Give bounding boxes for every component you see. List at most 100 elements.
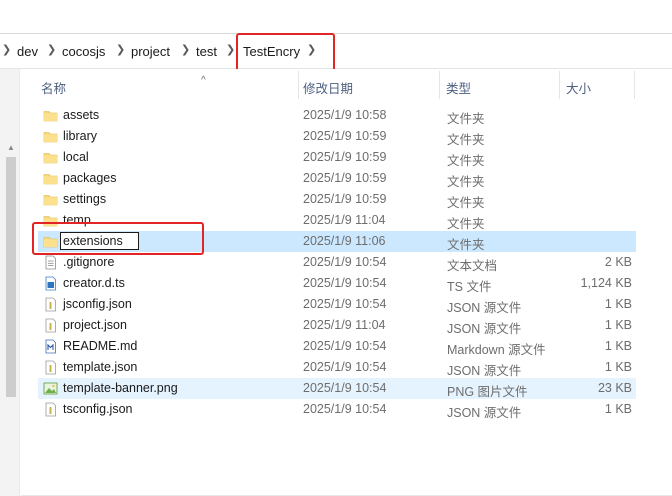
folder-icon	[43, 108, 58, 123]
highlight-box-current-folder	[236, 33, 335, 74]
json-file-icon	[43, 318, 58, 333]
file-name: library	[63, 129, 98, 143]
file-date: 2025/1/9 10:54	[303, 339, 387, 353]
png-file-icon	[43, 381, 58, 396]
file-name: tsconfig.json	[63, 402, 133, 416]
file-name: README.md	[63, 339, 138, 353]
breadcrumb-item-dev[interactable]: dev	[17, 44, 38, 59]
file-size: 1 KB	[604, 339, 632, 353]
file-name: creator.d.ts	[63, 276, 125, 290]
breadcrumb-chevron-icon[interactable]: ❯	[116, 43, 125, 56]
file-row[interactable]: .gitignore 2025/1/9 10:54 文本文档 2 KB	[38, 252, 636, 273]
file-size: 1,124 KB	[580, 276, 632, 290]
file-date: 2025/1/9 10:59	[303, 192, 387, 206]
file-name: template-banner.png	[63, 381, 178, 395]
file-date: 2025/1/9 10:54	[303, 360, 387, 374]
file-date: 2025/1/9 10:54	[303, 381, 387, 395]
file-row[interactable]: template.json 2025/1/9 10:54 JSON 源文件 1 KB	[38, 357, 636, 378]
file-date: 2025/1/9 11:04	[303, 213, 386, 227]
file-date: 2025/1/9 10:59	[303, 150, 387, 164]
breadcrumb-item-test[interactable]: test	[196, 44, 217, 59]
file-row[interactable]: README.md 2025/1/9 10:54 Markdown 源文件 1 KB	[38, 336, 636, 357]
folder-icon	[43, 150, 58, 165]
file-name: project.json	[63, 318, 127, 332]
file-type: 文件夹	[447, 112, 485, 126]
file-type: JSON 源文件	[447, 364, 522, 378]
markdown-file-icon	[43, 339, 58, 354]
json-file-icon	[43, 297, 58, 312]
file-name: packages	[63, 171, 117, 185]
column-divider[interactable]	[559, 71, 560, 99]
file-date: 2025/1/9 11:04	[303, 318, 386, 332]
file-row[interactable]: template-banner.png 2025/1/9 10:54 PNG 图片文…	[38, 378, 636, 399]
file-row[interactable]: jsconfig.json 2025/1/9 10:54 JSON 源文件 1 KB	[38, 294, 636, 315]
sort-ascending-icon: ^	[201, 75, 206, 86]
file-row[interactable]: library 2025/1/9 10:59 文件夹	[38, 126, 636, 147]
file-row[interactable]: packages 2025/1/9 10:59 文件夹	[38, 168, 636, 189]
breadcrumb-item-cocosjs[interactable]: cocosjs	[62, 44, 105, 59]
text-file-icon	[43, 255, 58, 270]
file-size: 1 KB	[604, 297, 632, 311]
file-type: 文件夹	[447, 133, 485, 147]
scroll-up-arrow-icon[interactable]: ▲	[6, 143, 16, 153]
file-date: 2025/1/9 10:58	[303, 108, 387, 122]
window-top-area	[0, 0, 672, 33]
file-name: assets	[63, 108, 100, 122]
breadcrumb-chevron-icon[interactable]: ❯	[47, 43, 56, 56]
file-date: 2025/1/9 10:54	[303, 255, 387, 269]
column-header-name[interactable]: 名称 ^	[41, 75, 206, 97]
breadcrumb-chevron-icon[interactable]: ❯	[2, 43, 11, 56]
file-row[interactable]: creator.d.ts 2025/1/9 10:54 TS 文件 1,124 KB	[38, 273, 636, 294]
file-date: 2025/1/9 10:54	[303, 276, 387, 290]
file-date: 2025/1/9 10:54	[303, 402, 387, 416]
file-type: PNG 图片文件	[447, 385, 528, 399]
file-date: 2025/1/9 11:06	[303, 234, 386, 248]
folder-icon	[43, 192, 58, 207]
file-date: 2025/1/9 10:59	[303, 171, 387, 185]
file-name: local	[63, 150, 89, 164]
file-name: jsconfig.json	[63, 297, 132, 311]
file-name: settings	[63, 192, 107, 206]
highlight-box-renamed-folder	[32, 222, 204, 255]
file-date: 2025/1/9 10:59	[303, 129, 387, 143]
file-date: 2025/1/9 10:54	[303, 297, 387, 311]
json-file-icon	[43, 360, 58, 375]
file-row[interactable]: assets 2025/1/9 10:58 文件夹	[38, 105, 636, 126]
breadcrumb-chevron-icon[interactable]: ❯	[226, 43, 235, 56]
file-size: 1 KB	[604, 402, 632, 416]
column-divider[interactable]	[298, 71, 299, 99]
column-divider[interactable]	[634, 71, 635, 99]
file-type: 文本文档	[447, 259, 498, 273]
file-type: 文件夹	[447, 154, 485, 168]
file-type: 文件夹	[447, 217, 485, 231]
file-row[interactable]: local 2025/1/9 10:59 文件夹	[38, 147, 636, 168]
file-type: 文件夹	[447, 238, 485, 252]
column-header-size[interactable]: 大小	[566, 78, 591, 97]
file-name: .gitignore	[63, 255, 115, 269]
folder-icon	[43, 171, 58, 186]
file-size: 1 KB	[604, 318, 632, 332]
navigation-pane[interactable]: ▲	[0, 69, 20, 496]
file-type: JSON 源文件	[447, 301, 522, 315]
column-header-date[interactable]: 修改日期	[303, 78, 353, 97]
address-bar[interactable]: ❯ dev ❯ cocosjs ❯ project ❯ test ❯ TestE…	[0, 33, 672, 69]
file-row[interactable]: settings 2025/1/9 10:59 文件夹	[38, 189, 636, 210]
column-header-row: 名称 ^ 修改日期 类型 大小	[21, 69, 672, 101]
column-divider[interactable]	[439, 71, 440, 99]
file-type: JSON 源文件	[447, 322, 522, 336]
breadcrumb-item-project[interactable]: project	[131, 44, 170, 59]
file-type: Markdown 源文件	[447, 343, 546, 357]
file-type: JSON 源文件	[447, 406, 522, 420]
file-row[interactable]: project.json 2025/1/9 11:04 JSON 源文件 1 KB	[38, 315, 636, 336]
file-type: 文件夹	[447, 175, 485, 189]
json-file-icon	[43, 402, 58, 417]
breadcrumb-chevron-icon[interactable]: ❯	[181, 43, 190, 56]
file-type: TS 文件	[447, 280, 492, 294]
ts-file-icon	[43, 276, 58, 291]
column-header-type[interactable]: 类型	[446, 78, 471, 97]
file-size: 2 KB	[604, 255, 632, 269]
file-name: template.json	[63, 360, 138, 374]
navigation-scrollbar-thumb[interactable]	[6, 157, 16, 397]
file-size: 1 KB	[604, 360, 632, 374]
file-row[interactable]: tsconfig.json 2025/1/9 10:54 JSON 源文件 1 KB	[38, 399, 636, 420]
